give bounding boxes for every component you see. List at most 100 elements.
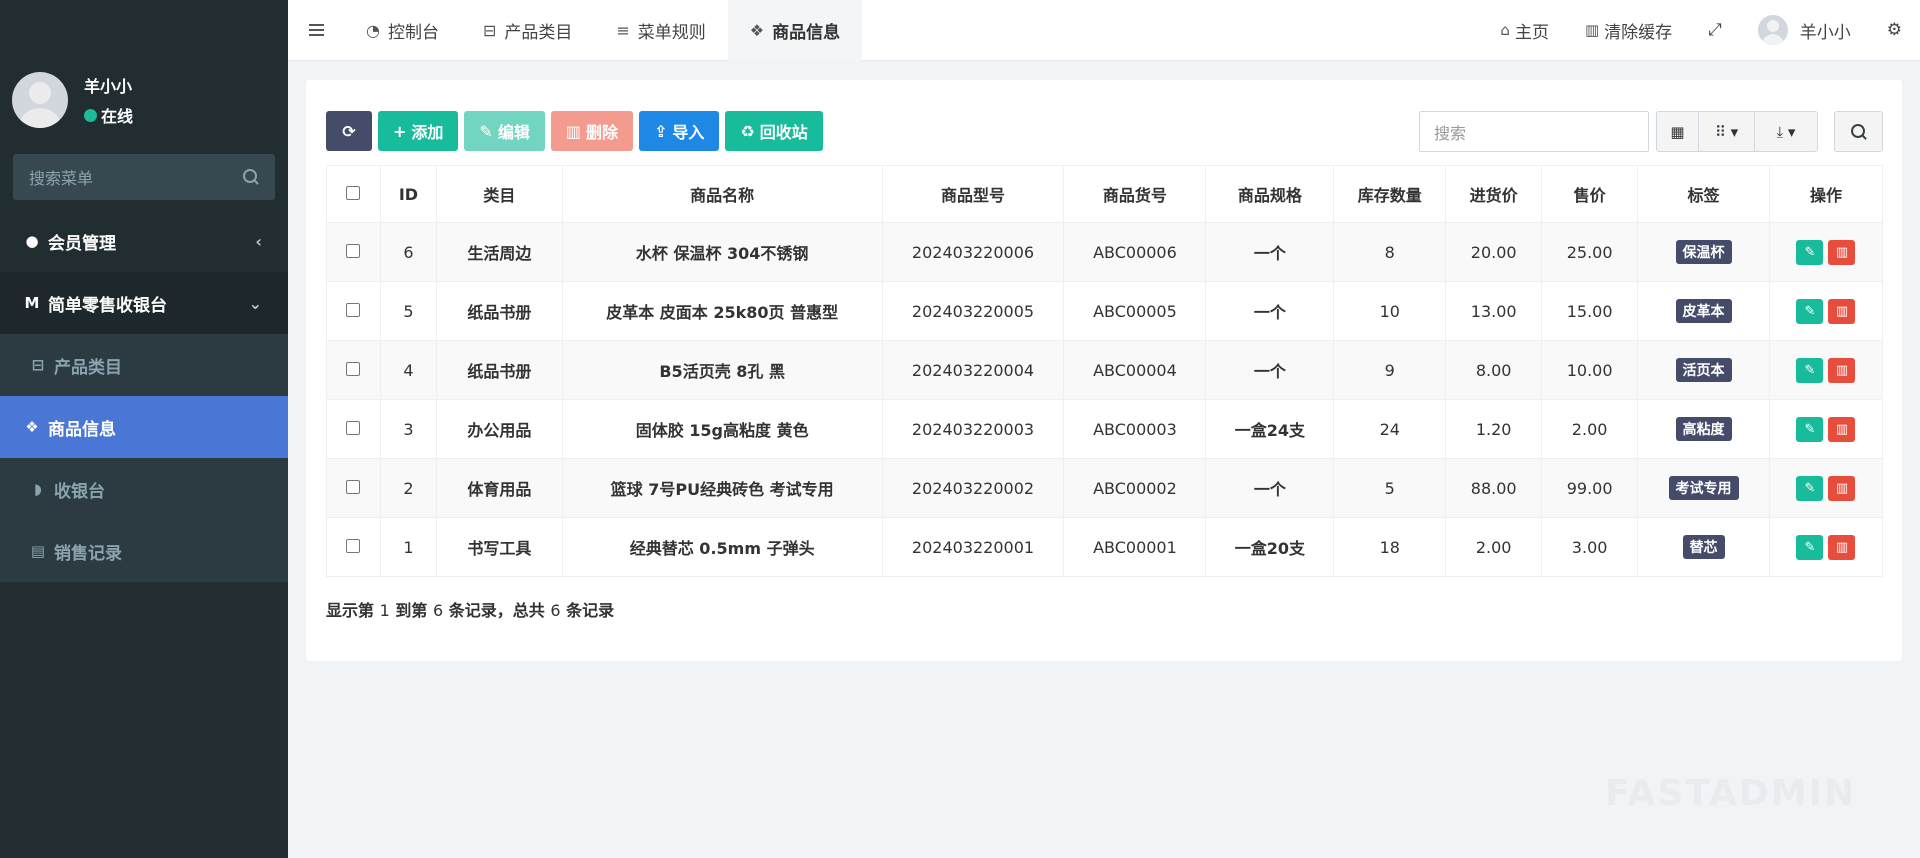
cell-tag: 替芯 (1637, 517, 1770, 577)
tab-label: 菜单规则 (637, 22, 706, 43)
col-header-sku[interactable]: 商品货号 (1063, 165, 1207, 223)
chevron-left-icon: ‹ (255, 231, 262, 251)
cell-stock: 10 (1333, 281, 1447, 341)
cell-id: 3 (379, 399, 437, 459)
sidebar-item-label: 商品信息 (48, 419, 116, 440)
add-label: 添加 (411, 123, 444, 142)
user-status: 在线 (84, 103, 133, 127)
row-delete-button[interactable]: ▥ (1828, 239, 1856, 265)
delete-button[interactable]: ▥ 删除 (550, 111, 633, 151)
calculator-icon: ▦ (1670, 122, 1685, 141)
table-row[interactable]: 5 纸品书册 皮革本 皮面本 25k80页 普惠型 202403220005 ABC00… (326, 281, 1884, 341)
row-delete-button[interactable]: ▥ (1828, 357, 1856, 383)
table-search-input[interactable]: 搜索 (1419, 111, 1649, 152)
fastadmin-watermark: FASTADMIN (1605, 773, 1857, 814)
add-button[interactable]: + 添加 (378, 111, 459, 151)
cell-id: 4 (379, 340, 437, 400)
tab-category[interactable]: ⊟ 产品类目 (461, 0, 594, 61)
search-placeholder: 搜索 (1434, 123, 1467, 143)
cell-price: 15.00 (1541, 281, 1639, 341)
home-link[interactable]: ⌂ 主页 (1482, 0, 1567, 61)
row-delete-button[interactable]: ▥ (1828, 298, 1856, 324)
col-header-stock[interactable]: 库存数量 (1333, 165, 1447, 223)
col-header-spec[interactable]: 商品规格 (1205, 165, 1335, 223)
cell-stock: 8 (1333, 222, 1447, 282)
row-checkbox[interactable] (326, 458, 381, 518)
export-button[interactable]: ⤓ ▾ (1755, 112, 1817, 151)
user-menu[interactable]: 羊小小 (1740, 0, 1869, 61)
table-row[interactable]: 2 体育用品 篮球 7号PU经典砖色 考试专用 202403220002 ABC0000… (326, 458, 1884, 518)
col-header-tag[interactable]: 标签 (1637, 165, 1770, 223)
cell-model: 202403220001 (881, 517, 1065, 577)
refresh-button[interactable]: ⟳ (326, 111, 372, 151)
search-icon (1850, 123, 1867, 140)
row-edit-button[interactable]: ✎ (1796, 239, 1824, 265)
tab-goods[interactable]: ❖ 商品信息 (727, 0, 863, 61)
advanced-search-button[interactable] (1834, 111, 1883, 152)
table-row[interactable]: 1 书写工具 经典替芯 0.5mm 子弹头 202403220001 ABC00001 一… (326, 517, 1884, 577)
row-edit-button[interactable]: ✎ (1796, 416, 1824, 442)
col-header-category[interactable]: 类目 (435, 165, 563, 223)
row-checkbox[interactable] (326, 340, 381, 400)
col-header-name[interactable]: 商品名称 (561, 165, 883, 223)
recycle-bin-button[interactable]: ♻ 回收站 (725, 111, 823, 151)
row-edit-button[interactable]: ✎ (1796, 534, 1824, 560)
cell-category: 体育用品 (435, 458, 563, 518)
cell-price: 99.00 (1541, 458, 1639, 518)
col-header-id[interactable]: ID (379, 165, 437, 223)
cell-spec: 一盒20支 (1205, 517, 1335, 577)
menu-search-placeholder: 搜索菜单 (29, 169, 94, 188)
sidebar-item-goods[interactable]: ❖ 商品信息 (0, 396, 288, 458)
fullscreen-button[interactable]: ⤢ (1690, 0, 1740, 61)
tag-badge: 替芯 (1682, 535, 1725, 559)
col-header-price[interactable]: 售价 (1541, 165, 1639, 223)
row-delete-button[interactable]: ▥ (1828, 534, 1856, 560)
cell-cost: 2.00 (1445, 517, 1543, 577)
cell-category: 书写工具 (435, 517, 563, 577)
row-checkbox[interactable] (326, 281, 381, 341)
edit-label: 编辑 (497, 123, 530, 142)
row-checkbox[interactable] (326, 399, 381, 459)
tab-dashboard[interactable]: ◔ 控制台 (344, 0, 461, 61)
table-row[interactable]: 3 办公用品 固体胶 15g高粘度 黄色 202403220003 ABC00003 一盒… (326, 399, 1884, 459)
settings-button[interactable]: ⚙ (1869, 0, 1920, 61)
sidebar-user-name: 羊小小 (84, 77, 133, 96)
import-button[interactable]: ⇪ 导入 (638, 111, 720, 151)
sidebar-toggle-button[interactable] (288, 0, 344, 61)
row-checkbox[interactable] (326, 517, 381, 577)
sidebar-item-cashier[interactable]: ◗ 收银台 (0, 458, 288, 520)
cell-sku: ABC00005 (1063, 281, 1207, 341)
row-edit-button[interactable]: ✎ (1796, 357, 1824, 383)
edit-button[interactable]: ✎ 编辑 (464, 111, 545, 151)
toggle-view-button[interactable]: ▦ (1657, 112, 1699, 151)
columns-button[interactable]: ⠿ ▾ (1699, 112, 1755, 151)
sidebar-item-category[interactable]: ⊟ 产品类目 (0, 334, 288, 396)
menu-search-input[interactable]: 搜索菜单 (13, 154, 275, 200)
cell-cost: 88.00 (1445, 458, 1543, 518)
search-icon[interactable] (243, 169, 259, 185)
row-edit-button[interactable]: ✎ (1796, 298, 1824, 324)
clear-cache-button[interactable]: ▥ 清除缓存 (1567, 0, 1690, 61)
sidebar-item-sales[interactable]: ▤ 销售记录 (0, 520, 288, 582)
table-row[interactable]: 6 生活周边 水杯 保温杯 304不锈钢 202403220006 ABC00006 一个… (326, 222, 1884, 282)
sidebar-item-retail[interactable]: M 简单零售收银台 ⌄ (0, 272, 288, 334)
download-icon: ⤓ ▾ (1776, 122, 1796, 141)
cell-sku: ABC00006 (1063, 222, 1207, 282)
row-delete-button[interactable]: ▥ (1828, 475, 1856, 501)
row-checkbox[interactable] (326, 222, 381, 282)
col-header-model[interactable]: 商品型号 (881, 165, 1065, 223)
tab-menu-rules[interactable]: ≡ 菜单规则 (594, 0, 727, 61)
cell-stock: 24 (1333, 399, 1447, 459)
select-all-checkbox[interactable] (326, 165, 381, 223)
cell-actions: ✎ ▥ (1768, 281, 1884, 341)
shield-icon: ◗ (34, 480, 42, 498)
table-row[interactable]: 4 纸品书册 B5活页壳 8孔 黑 202403220004 ABC00004 一个 9 8.… (326, 340, 1884, 400)
sidebar-item-member[interactable]: ● 会员管理 ‹ (0, 210, 288, 272)
user-panel: 羊小小 在线 (0, 60, 288, 140)
row-delete-button[interactable]: ▥ (1828, 416, 1856, 442)
col-header-cost[interactable]: 进货价 (1445, 165, 1543, 223)
gears-icon: ⚙ (1886, 20, 1902, 40)
pager-to: 6 (432, 601, 444, 620)
row-edit-button[interactable]: ✎ (1796, 475, 1824, 501)
tag-badge: 考试专用 (1668, 476, 1739, 500)
